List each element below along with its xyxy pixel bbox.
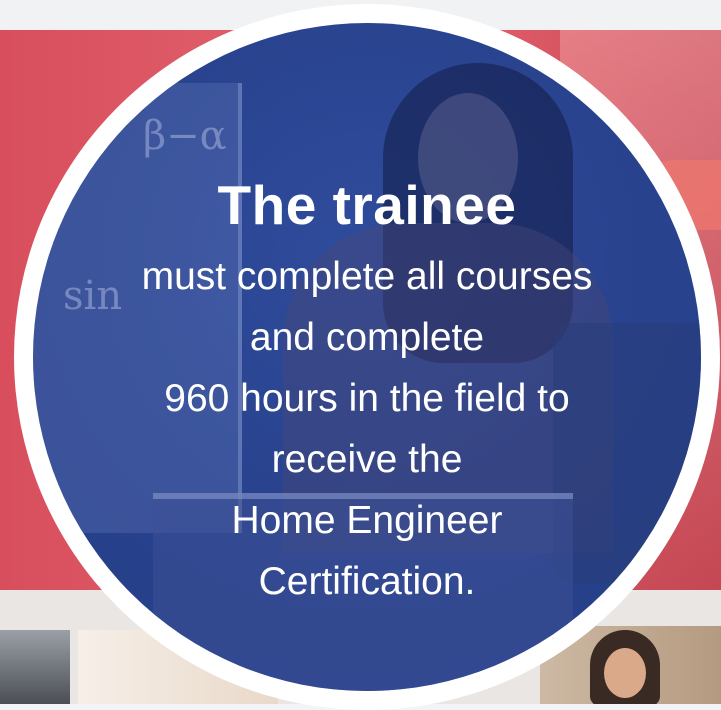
board-scribble: β−α [143,113,227,159]
hero-body-line: 960 hours in the field to [164,377,570,420]
thumbnail-image-left [0,630,70,704]
hero-body-line: Certification. [258,560,476,603]
hero-title: The trainee [217,174,517,236]
person-face [604,648,646,698]
hero-body-line: Home Engineer [231,499,503,542]
hero-body-line: and complete [249,316,485,359]
hero-body-line: receive the [271,438,463,481]
hero-body-line: must complete all courses [141,255,593,298]
